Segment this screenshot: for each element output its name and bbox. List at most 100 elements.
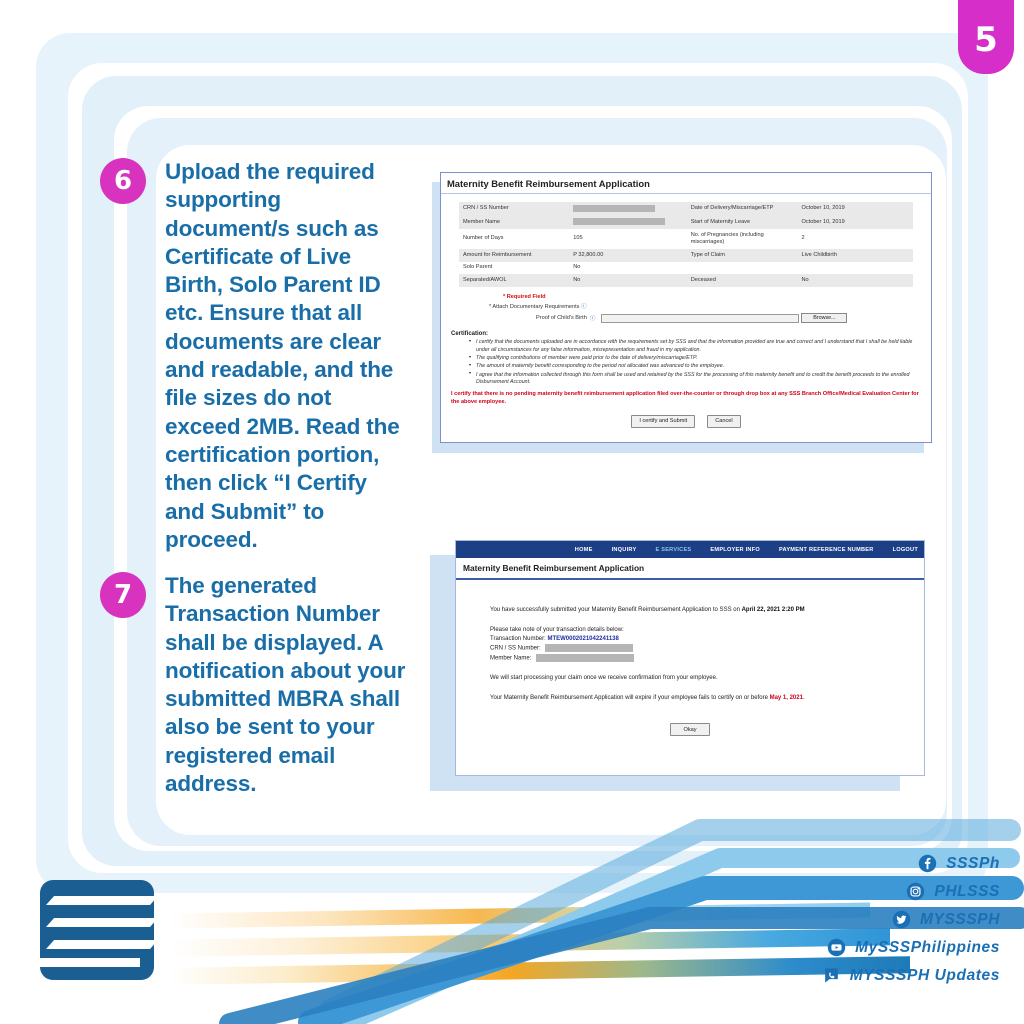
nav-item-logout[interactable]: LOGOUT: [893, 547, 918, 553]
page-number-badge: 5: [958, 0, 1014, 74]
info-icon[interactable]: ⓘ: [581, 304, 587, 310]
certification-bullet: The amount of maternity benefit correspo…: [469, 363, 917, 371]
table-row: Member Name Start of Maternity Leave Oct…: [459, 215, 913, 230]
crn-row: CRN / SS Number:: [490, 644, 924, 654]
infographic-page: 5 6 Upload the required supporting docum…: [0, 0, 1024, 1024]
crn-label: CRN / SS Number:: [490, 645, 541, 652]
social-item-facebook[interactable]: SSSPh: [918, 854, 1000, 873]
okay-button[interactable]: Okay: [670, 723, 710, 737]
attach-label-text: * Attach Documentary Requirements: [489, 304, 580, 311]
table-row: Number of Days 105 No. of Pregnancies (i…: [459, 229, 913, 249]
step-7: 7 The generated Transaction Number shall…: [100, 572, 410, 798]
nav-item-e-services[interactable]: E SERVICES: [655, 547, 691, 553]
step-6: 6 Upload the required supporting documen…: [100, 158, 410, 554]
step-6-number: 6: [100, 158, 146, 204]
page-number-label: 5: [974, 20, 998, 60]
gradient-band-2: [170, 928, 890, 957]
cell-label: Amount for Reimbursement: [459, 249, 570, 262]
cell-label: Member Name: [459, 215, 570, 230]
gradient-band-3: [170, 956, 910, 985]
table-row: CRN / SS Number Date of Delivery/Miscarr…: [459, 202, 913, 216]
cell-label: Separated/AWOL: [459, 274, 570, 287]
nav-item-payment-reference-number[interactable]: PAYMENT REFERENCE NUMBER: [779, 547, 874, 553]
form-title: Maternity Benefit Reimbursement Applicat…: [441, 173, 931, 194]
twitter-icon: [892, 910, 911, 929]
cell-label: Solo Parent: [463, 264, 493, 271]
info-icon[interactable]: ⓘ: [590, 314, 596, 322]
step-7-number: 7: [100, 572, 146, 618]
take-note-text: Please take note of your transaction det…: [490, 627, 624, 633]
cell-label: CRN / SS Number: [459, 202, 570, 216]
cell-label: Deceased: [686, 274, 798, 287]
cell-label: Type of Claim: [686, 249, 798, 262]
facebook-icon: [918, 854, 937, 873]
certification-bullet: The qualifying contributions of member w…: [469, 355, 917, 363]
instagram-icon: [907, 882, 925, 901]
submission-datetime: April 22, 2021 2:20 PM: [741, 607, 805, 613]
transaction-number-value: MTEW0002021042241138: [547, 636, 619, 642]
certify-and-submit-button[interactable]: I certify and Submit: [631, 415, 696, 428]
logo-stripe: [40, 958, 140, 967]
gradient-band-1: [170, 902, 870, 929]
step-7-text: The generated Transaction Number shall b…: [165, 573, 406, 797]
social-name-facebook: SSSPh: [946, 854, 1000, 872]
cell-value: No: [573, 264, 581, 271]
cell-value: [569, 202, 687, 216]
transaction-details-block: Please take note of your transaction det…: [490, 626, 924, 663]
required-field-note: * Required Field: [503, 293, 546, 300]
logo-stripe: [46, 940, 154, 949]
confirmation-action-buttons: Okay: [456, 723, 924, 737]
cell-label: Start of Maternity Leave: [686, 215, 798, 230]
cell-label: No. of Pregnancies (including miscarriag…: [690, 231, 764, 246]
red-certification-statement: I certify that there is no pending mater…: [451, 391, 919, 406]
confirmation-page-title: Maternity Benefit Reimbursement Applicat…: [456, 558, 924, 580]
sss-logo: [40, 880, 154, 980]
social-name-twitter: MYSSSPH: [920, 910, 1000, 928]
screenshot-1-mbra-form: Maternity Benefit Reimbursement Applicat…: [440, 172, 932, 443]
social-name-youtube: MySSSPhilippines: [855, 938, 1000, 956]
cell-label: [687, 262, 798, 275]
attach-documents-label: * Attach Documentary Requirements ⓘ: [489, 302, 931, 310]
success-message-text: You have successfully submitted your Mat…: [490, 607, 742, 613]
social-item-instagram[interactable]: PHLSSS: [906, 882, 1000, 901]
expiry-note: Your Maternity Benefit Reimbursement App…: [490, 694, 924, 703]
transaction-number-row: Transaction Number: MTEW0002021042241138: [490, 635, 924, 644]
certification-heading: Certification:: [451, 331, 489, 338]
certification-bullet: I certify that the documents uploaded ar…: [469, 339, 917, 354]
main-navigation-bar: HOME INQUIRY E SERVICES EMPLOYER INFO PA…: [456, 541, 924, 558]
cell-label: Number of Days: [463, 235, 504, 242]
expiry-note-text: Your Maternity Benefit Reimbursement App…: [490, 695, 770, 702]
table-row: Separated/AWOL No Deceased No: [459, 274, 913, 287]
cell-value: [569, 215, 687, 230]
redacted-bar: [573, 218, 666, 226]
social-item-youtube[interactable]: MySSSPhilippines: [827, 938, 1000, 957]
nav-item-home[interactable]: HOME: [575, 547, 593, 553]
youtube-icon: [827, 938, 846, 957]
nav-item-employer-info[interactable]: EMPLOYER INFO: [710, 547, 760, 553]
social-name-instagram: PHLSSS: [934, 882, 1000, 900]
proof-label-text: Proof of Child's Birth: [536, 315, 587, 322]
social-item-twitter[interactable]: MYSSSPH: [892, 910, 1000, 929]
file-path-input[interactable]: [601, 313, 800, 323]
member-name-label: Member Name:: [490, 655, 532, 662]
social-media-list: SSSPh PHLSSS MYSSSPH MySSSPhilippines MY…: [822, 854, 1000, 985]
cell-value: 105: [573, 235, 583, 242]
browse-button[interactable]: Browse...: [801, 313, 848, 324]
cell-value: P 32,800.00: [569, 249, 687, 262]
cell-value: No: [797, 274, 913, 287]
table-row: Amount for Reimbursement P 32,800.00 Typ…: [459, 249, 913, 262]
expiry-suffix: .: [802, 695, 805, 702]
success-message: You have successfully submitted your Mat…: [490, 606, 924, 615]
cell-label: Date of Delivery/Miscarriage/ETP: [686, 202, 798, 216]
cell-value: [798, 262, 914, 275]
table-row: Solo Parent No: [459, 262, 913, 275]
nav-item-inquiry[interactable]: INQUIRY: [612, 547, 637, 553]
cell-value: 2: [801, 235, 805, 242]
cell-value: Live Childbirth: [797, 249, 913, 262]
proof-of-birth-row: Proof of Child's Birth ⓘ Browse...: [536, 313, 931, 324]
social-name-viber: MYSSSPH Updates: [849, 966, 1000, 984]
form-action-buttons: I certify and Submit Cancel: [441, 415, 931, 428]
social-item-viber[interactable]: MYSSSPH Updates: [822, 966, 1000, 985]
redacted-bar: [573, 204, 656, 212]
cancel-button[interactable]: Cancel: [707, 415, 741, 428]
